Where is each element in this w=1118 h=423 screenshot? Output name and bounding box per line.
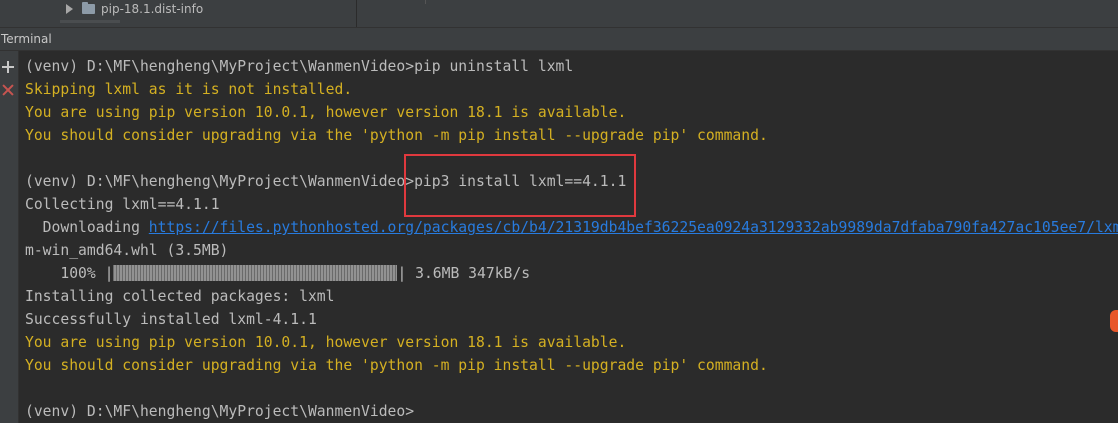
terminal-line: (venv) D:\MF\hengheng\MyProject\WanmenVi… [25, 58, 574, 75]
tree-item-partial [60, 20, 120, 23]
terminal-line: Collecting lxml==4.1.1 [25, 196, 220, 213]
folder-icon [82, 2, 95, 14]
terminal-line: (venv) D:\MF\hengheng\MyProject\WanmenVi… [25, 173, 627, 190]
project-tree-strip: pip-18.1.dist-info [0, 0, 1118, 27]
close-icon[interactable] [1, 83, 15, 97]
terminal-output[interactable]: (venv) D:\MF\hengheng\MyProject\WanmenVi… [25, 55, 1118, 423]
side-notification-badge[interactable] [1110, 310, 1118, 332]
terminal-line: Installing collected packages: lxml [25, 288, 335, 305]
plus-icon[interactable] [2, 61, 14, 73]
tree-item-label: pip-18.1.dist-info [101, 2, 204, 16]
package-url-link[interactable]: https://files.pythonhosted.org/packages/… [149, 219, 1118, 236]
terminal-line: You should consider upgrading via the 'p… [25, 357, 768, 374]
terminal-line: Downloading https://files.pythonhosted.o… [25, 216, 1118, 239]
gutter-separator [18, 51, 19, 423]
terminal-line: You are using pip version 10.0.1, howeve… [25, 334, 627, 351]
editor-divider [425, 0, 426, 4]
terminal-title: Terminal [1, 32, 52, 46]
terminal-line: You should consider upgrading via the 'p… [25, 127, 768, 144]
progress-stats: | 3.6MB 347kB/s [397, 265, 531, 282]
expand-arrow-icon[interactable] [66, 4, 73, 14]
terminal-gutter [0, 51, 18, 423]
ide-window: pip-18.1.dist-info Terminal (venv) D:\MF… [0, 0, 1118, 423]
progress-bar [113, 265, 398, 281]
tree-item-pip-dist-info[interactable]: pip-18.1.dist-info [66, 0, 203, 19]
terminal-line: You are using pip version 10.0.1, howeve… [25, 104, 627, 121]
panel-divider[interactable] [356, 0, 357, 27]
terminal-line: Skipping lxml as it is not installed. [25, 81, 353, 98]
download-label: Downloading [25, 219, 149, 236]
terminal-line: (venv) D:\MF\hengheng\MyProject\WanmenVi… [25, 403, 415, 420]
progress-percent: 100% | [25, 265, 114, 282]
terminal-line: m-win_amd64.whl (3.5MB) [25, 242, 229, 259]
terminal-header: Terminal [0, 27, 1118, 51]
terminal-line: 100% | | 3.6MB 347kB/s [25, 262, 1118, 285]
terminal-line: Successfully installed lxml-4.1.1 [25, 311, 317, 328]
